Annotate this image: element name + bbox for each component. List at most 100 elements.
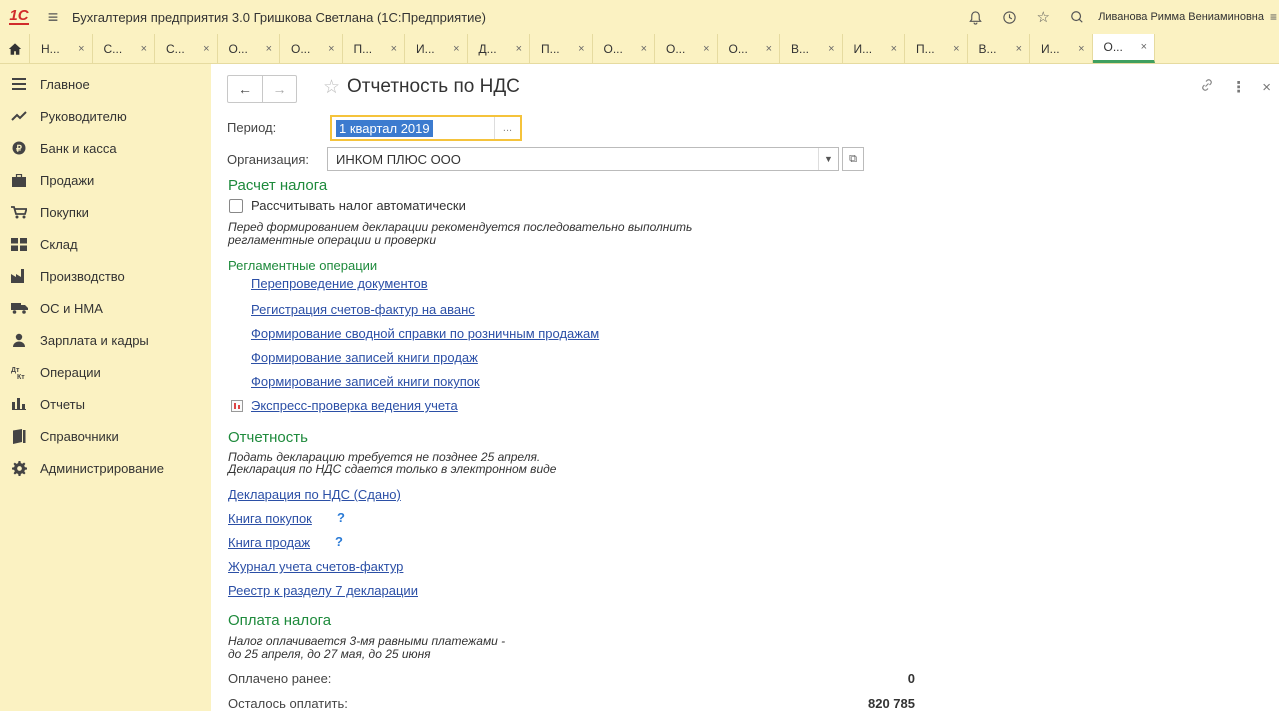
open-tabs-bar: Н... × С... × С... × О... × О... × П... × И... × Д... ×… <box>0 34 1279 64</box>
link-section7-registry[interactable]: Реестр к разделу 7 декларации <box>228 583 418 598</box>
period-select-button[interactable]: ... <box>494 117 520 139</box>
tab-close-icon[interactable]: × <box>828 43 834 55</box>
period-field[interactable]: 1 квартал 2019 ... <box>330 115 522 141</box>
open-tab[interactable]: В... × <box>968 34 1030 63</box>
sales-book-help-icon[interactable]: ? <box>335 534 343 549</box>
home-icon[interactable] <box>0 34 30 63</box>
chevron-down-icon[interactable]: ▼ <box>818 148 838 170</box>
tab-close-icon[interactable]: × <box>1141 41 1147 53</box>
open-tab[interactable]: С... × <box>93 34 155 63</box>
open-tab[interactable]: П... × <box>905 34 968 63</box>
tab-close-icon[interactable]: × <box>891 43 897 55</box>
open-tab[interactable]: Н... × <box>30 34 93 63</box>
sidebar-item[interactable]: ОС и НМА <box>0 292 211 324</box>
tab-close-icon[interactable]: × <box>391 43 397 55</box>
back-arrow-icon[interactable]: ← <box>228 76 262 102</box>
tab-close-icon[interactable]: × <box>766 43 772 55</box>
tab-label: Д... <box>478 41 497 56</box>
search-icon[interactable] <box>1060 0 1094 34</box>
sidebar-item[interactable]: ₽ Банк и касса <box>0 132 211 164</box>
open-tab[interactable]: О... × <box>655 34 718 63</box>
open-tab[interactable]: Д... × <box>468 34 530 63</box>
link-advance-invoices[interactable]: Регистрация счетов-фактур на аванс <box>251 302 475 317</box>
sidebar-item-label: Покупки <box>40 204 89 220</box>
sidebar-item[interactable]: Главное <box>0 68 211 100</box>
open-tab[interactable]: П... × <box>530 34 593 63</box>
open-tab[interactable]: О... × <box>280 34 343 63</box>
link-icon[interactable] <box>1199 77 1215 97</box>
report-icon <box>231 400 243 412</box>
open-tab[interactable]: И... × <box>405 34 468 63</box>
open-tab[interactable]: О... × <box>718 34 780 63</box>
open-tab[interactable]: И... × <box>1030 34 1093 63</box>
bookmark-star-icon[interactable]: ☆ <box>323 76 340 99</box>
open-tab[interactable]: О... × <box>1092 34 1155 63</box>
sidebar-item[interactable]: Руководителю <box>0 100 211 132</box>
link-purchase-book[interactable]: Книга покупок <box>228 511 312 526</box>
bell-icon[interactable] <box>958 0 992 34</box>
tab-close-icon[interactable]: × <box>1016 43 1022 55</box>
sidebar-item[interactable]: Справочники <box>0 420 211 452</box>
link-sales-book[interactable]: Книга продаж <box>228 535 310 550</box>
paid-earlier-value: 0 <box>907 671 915 686</box>
sidebar-item[interactable]: Покупки <box>0 196 211 228</box>
history-nav: ← → <box>227 75 297 103</box>
open-tab[interactable]: О... × <box>218 34 280 63</box>
sidebar-item[interactable]: Продажи <box>0 164 211 196</box>
tab-close-icon[interactable]: × <box>78 43 84 55</box>
forward-arrow-icon[interactable]: → <box>262 76 296 102</box>
tab-close-icon[interactable]: × <box>453 43 459 55</box>
tab-label: П... <box>541 41 560 56</box>
period-value[interactable]: 1 квартал 2019 <box>336 119 433 137</box>
link-retail-summary[interactable]: Формирование сводной справки по розничны… <box>251 326 599 341</box>
auto-calc-label[interactable]: Рассчитывать налог автоматически <box>251 198 466 213</box>
main-menu-icon[interactable]: ≡ <box>38 0 68 34</box>
open-tab[interactable]: В... × <box>780 34 843 63</box>
link-express-check[interactable]: Экспресс-проверка ведения учета <box>251 398 458 413</box>
tab-label: П... <box>353 41 373 56</box>
sidebar-item[interactable]: Зарплата и кадры <box>0 324 211 356</box>
history-icon[interactable] <box>992 0 1026 34</box>
tab-close-icon[interactable]: × <box>703 43 709 55</box>
purchase-book-help-icon[interactable]: ? <box>337 510 345 525</box>
sidebar-item[interactable]: Администрирование <box>0 452 211 484</box>
link-reposting-documents[interactable]: Перепроведение документов <box>251 276 428 291</box>
tab-close-icon[interactable]: × <box>641 43 647 55</box>
sidebar-item[interactable]: Производство <box>0 260 211 292</box>
sidebar-item[interactable]: Отчеты <box>0 388 211 420</box>
tab-label: О... <box>603 41 623 56</box>
tab-close-icon[interactable]: × <box>141 43 147 55</box>
sections-sidebar: Главное Руководителю ₽ Банк и касса Продажи П… <box>0 64 211 711</box>
organization-field[interactable]: ИНКОМ ПЛЮС ООО ▼ <box>327 147 839 171</box>
open-organization-icon[interactable]: ⧉ <box>842 147 864 171</box>
open-tab[interactable]: П... × <box>343 34 405 63</box>
link-purchase-book-entries[interactable]: Формирование записей книги покупок <box>251 374 480 389</box>
user-name[interactable]: Ливанова Римма Вениаминовна <box>1098 11 1264 23</box>
tab-label: П... <box>916 41 935 56</box>
tab-close-icon[interactable]: × <box>516 43 522 55</box>
tab-close-icon[interactable]: × <box>578 43 584 55</box>
open-tab[interactable]: И... × <box>843 34 905 63</box>
more-icon[interactable]: ≡ <box>1270 10 1277 24</box>
more-actions-icon[interactable]: ⋮ <box>1231 78 1246 96</box>
favorites-star-icon[interactable]: ☆ <box>1026 0 1060 34</box>
link-vat-declaration[interactable]: Декларация по НДС (Сдано) <box>228 487 401 502</box>
sidebar-item-label: Производство <box>40 268 125 284</box>
tab-close-icon[interactable]: × <box>1078 43 1084 55</box>
coin-icon: ₽ <box>10 139 28 157</box>
auto-calc-checkbox[interactable] <box>229 199 243 213</box>
open-tab[interactable]: С... × <box>155 34 218 63</box>
tab-close-icon[interactable]: × <box>328 43 334 55</box>
tab-close-icon[interactable]: × <box>266 43 272 55</box>
close-icon[interactable]: × <box>1262 79 1271 96</box>
organization-value[interactable]: ИНКОМ ПЛЮС ООО <box>328 152 461 167</box>
link-invoice-journal[interactable]: Журнал учета счетов-фактур <box>228 559 403 574</box>
sidebar-item[interactable]: Дт Кт Операции <box>0 356 211 388</box>
link-sales-book-entries[interactable]: Формирование записей книги продаж <box>251 350 478 365</box>
tab-close-icon[interactable]: × <box>953 43 959 55</box>
section-reporting: Отчетность <box>228 429 308 446</box>
sidebar-item[interactable]: Склад <box>0 228 211 260</box>
tab-label: И... <box>853 41 873 56</box>
open-tab[interactable]: О... × <box>593 34 655 63</box>
tab-close-icon[interactable]: × <box>203 43 209 55</box>
